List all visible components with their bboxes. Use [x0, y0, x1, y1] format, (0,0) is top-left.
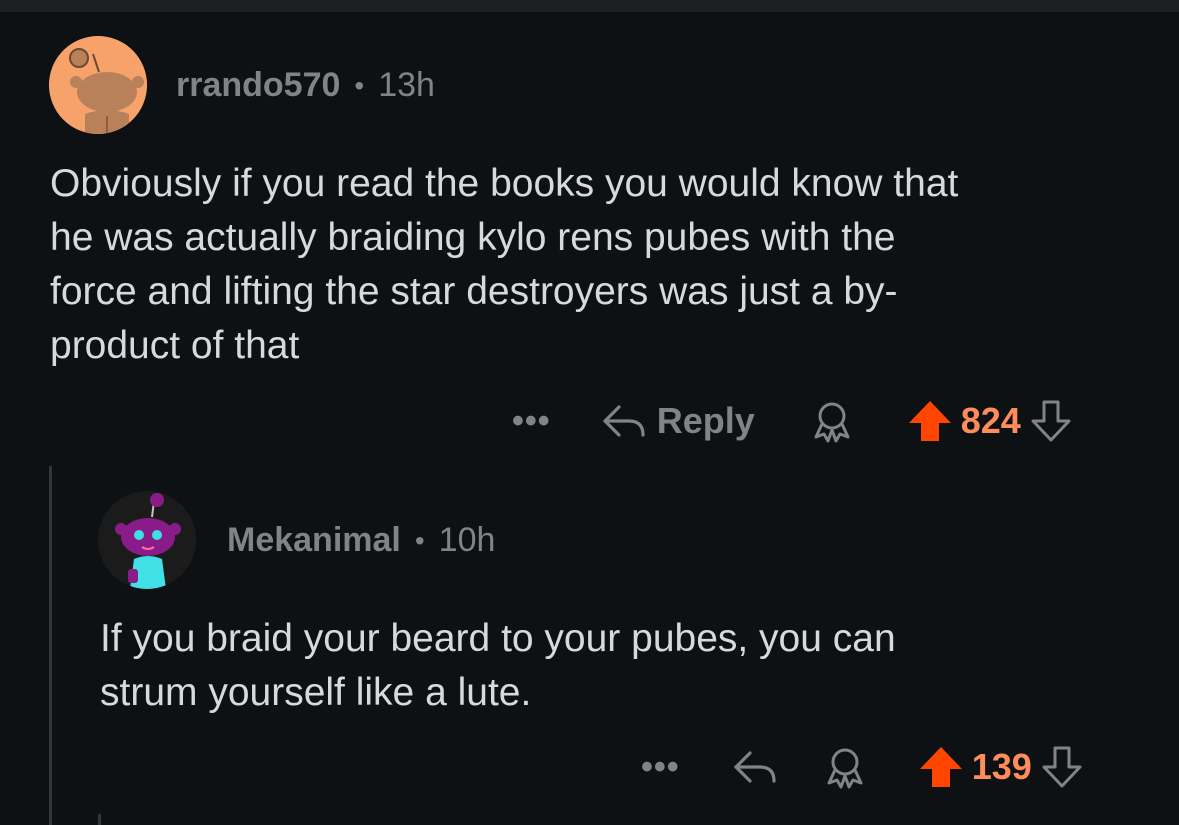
top-bar: [0, 0, 1179, 12]
comment-actions: ••• 139: [641, 740, 1084, 794]
downvote-button[interactable]: [1040, 745, 1084, 789]
downvote-button[interactable]: [1029, 399, 1073, 443]
timestamp: 13h: [378, 66, 435, 104]
meta-separator: •: [414, 524, 425, 556]
comment-line: product of that: [50, 324, 300, 367]
upvote-button[interactable]: [918, 745, 964, 789]
downvote-arrow-icon: [1042, 746, 1082, 788]
comment-line: Obviously if you read the books you woul…: [50, 162, 959, 205]
comment-body: If you braid your beard to your pubes, y…: [100, 612, 1150, 720]
snoo-avatar-icon: [49, 36, 147, 134]
more-button[interactable]: •••: [641, 748, 680, 787]
avatar[interactable]: [98, 491, 196, 589]
meta-separator: •: [354, 69, 365, 101]
upvote-arrow-icon: [908, 401, 951, 441]
comment-line: force and lifting the star destroyers wa…: [50, 270, 898, 313]
upvote-button[interactable]: [907, 399, 953, 443]
award-button[interactable]: [824, 745, 866, 789]
comment-meta: Mekanimal • 10h: [227, 521, 495, 560]
reply-arrow-icon: [734, 751, 776, 783]
more-button[interactable]: •••: [512, 402, 551, 441]
award-icon: [827, 748, 863, 789]
reply-label: Reply: [656, 400, 755, 441]
snoo-avatar-icon: [98, 491, 196, 589]
more-icon: •••: [641, 747, 680, 786]
vote-score: 824: [960, 400, 1021, 441]
thread-line[interactable]: [49, 466, 52, 825]
upvote-arrow-icon: [919, 747, 962, 787]
avatar[interactable]: [49, 36, 147, 134]
comment-line: he was actually braiding kylo rens pubes…: [50, 216, 896, 259]
comment-line: strum yourself like a lute.: [100, 671, 532, 714]
downvote-arrow-icon: [1031, 400, 1071, 442]
comment-meta: rrando570 • 13h: [176, 66, 435, 105]
award-icon: [814, 402, 850, 443]
comment-line: If you braid your beard to your pubes, y…: [100, 617, 896, 660]
award-button[interactable]: [811, 399, 853, 443]
username[interactable]: Mekanimal: [227, 521, 401, 560]
thread-line-nested[interactable]: [98, 814, 101, 825]
username[interactable]: rrando570: [176, 66, 340, 105]
more-icon: •••: [512, 401, 551, 440]
reply-button[interactable]: Reply: [601, 400, 755, 442]
reply-arrow-icon: [603, 405, 645, 437]
timestamp: 10h: [438, 521, 496, 559]
vote-score: 139: [971, 746, 1032, 787]
comment-actions: ••• Reply 824: [512, 394, 1073, 448]
comment-body: Obviously if you read the books you woul…: [50, 157, 1150, 373]
reply-button[interactable]: [732, 747, 778, 787]
